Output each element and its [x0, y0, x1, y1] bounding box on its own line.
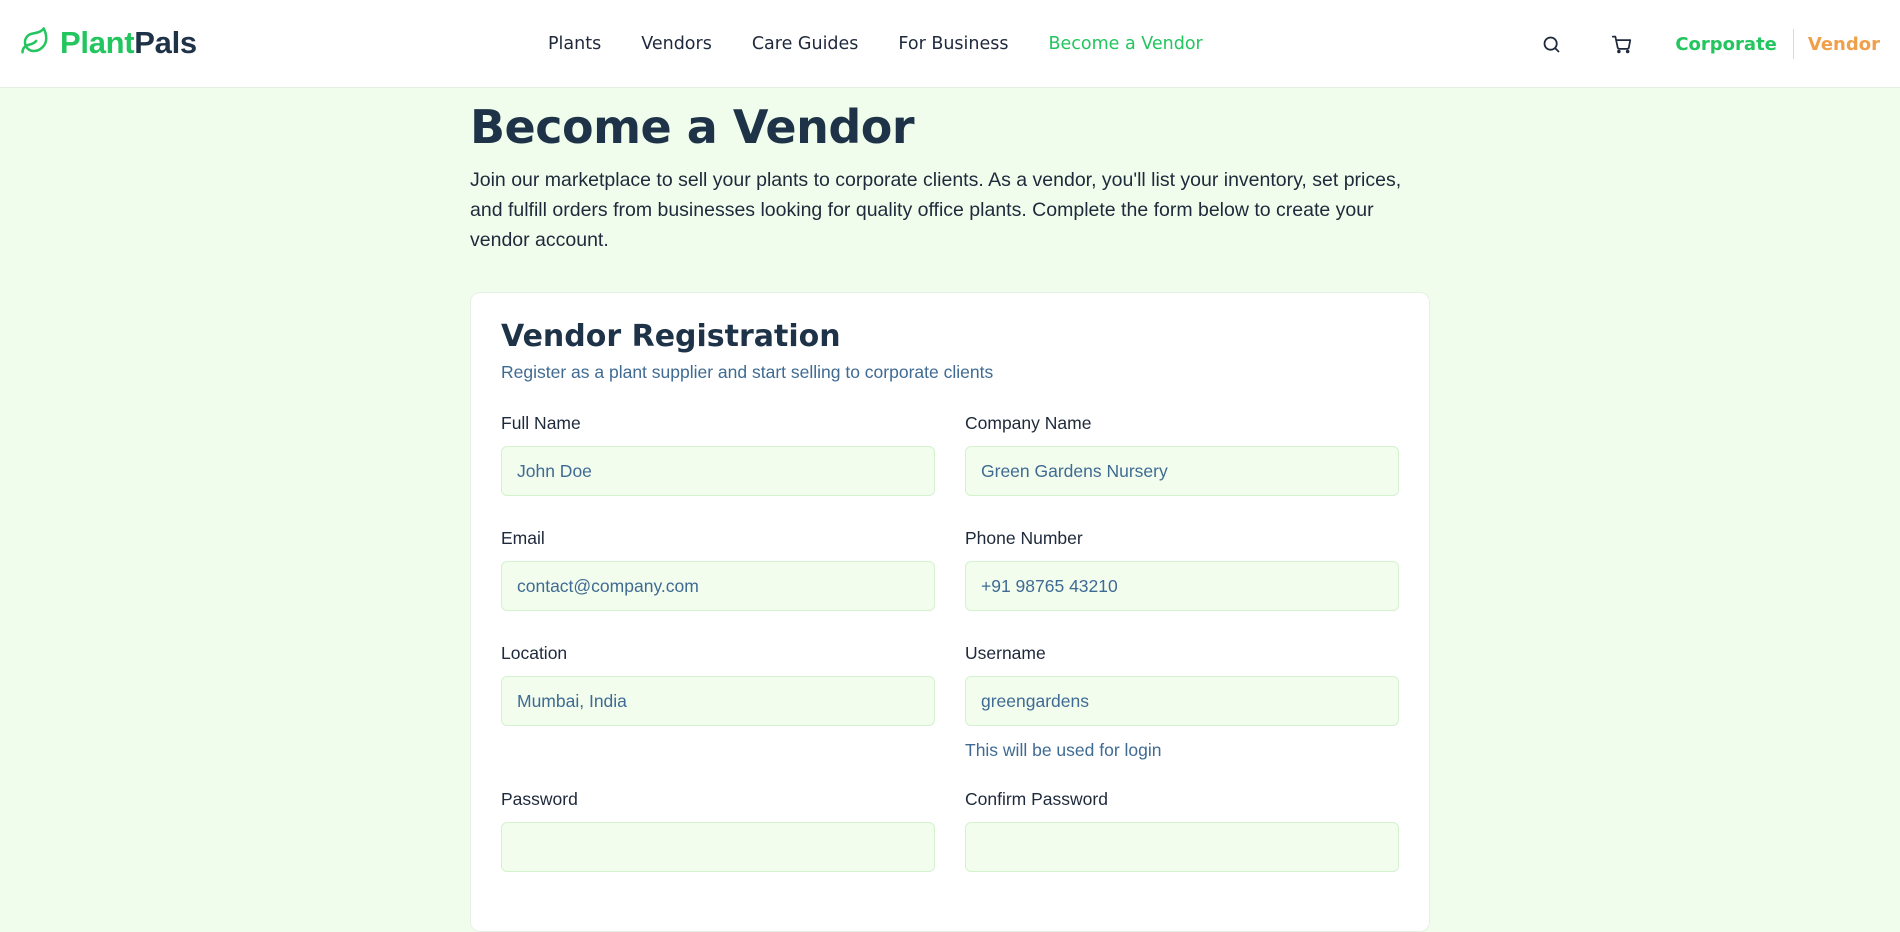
header-actions: Corporate Vendor	[1537, 0, 1880, 88]
field-password: Password	[501, 789, 935, 872]
form-subtitle: Register as a plant supplier and start s…	[501, 362, 994, 382]
username-hint: This will be used for login	[965, 740, 1162, 760]
phone-label: Phone Number	[965, 528, 1083, 548]
search-button[interactable]	[1537, 30, 1565, 58]
nav-vendors[interactable]: Vendors	[641, 34, 712, 54]
field-full-name: Full Name	[501, 413, 935, 496]
full-name-input[interactable]	[501, 446, 935, 496]
page-title: Become a Vendor	[470, 100, 915, 154]
field-username: Username This will be used for login	[965, 643, 1399, 761]
brand-name: PlantPals	[60, 25, 197, 61]
confirm-password-input[interactable]	[965, 822, 1399, 872]
main-content: Become a Vendor Join our marketplace to …	[470, 88, 1430, 932]
cart-icon	[1611, 35, 1631, 53]
brand-name-part2: Pals	[134, 25, 197, 60]
vendor-registration-card: Vendor Registration Register as a plant …	[470, 292, 1430, 932]
role-vendor-button[interactable]: Vendor	[1794, 34, 1880, 55]
nav-care-guides[interactable]: Care Guides	[752, 34, 859, 54]
brand-name-part1: Plant	[60, 25, 135, 60]
role-corporate-button[interactable]: Corporate	[1675, 34, 1793, 55]
leaf-icon	[20, 26, 50, 61]
phone-input[interactable]	[965, 561, 1399, 611]
email-label: Email	[501, 528, 545, 548]
main-nav: Plants Vendors Care Guides For Business …	[548, 0, 1203, 88]
cart-button[interactable]	[1607, 30, 1635, 58]
company-name-input[interactable]	[965, 446, 1399, 496]
full-name-label: Full Name	[501, 413, 581, 433]
company-name-label: Company Name	[965, 413, 1092, 433]
email-input[interactable]	[501, 561, 935, 611]
field-confirm-password: Confirm Password	[965, 789, 1399, 872]
search-icon	[1543, 36, 1560, 52]
registration-form: Full Name Company Name Email Phone Numbe…	[501, 413, 1399, 904]
field-email: Email	[501, 528, 935, 611]
username-input[interactable]	[965, 676, 1399, 726]
location-label: Location	[501, 643, 568, 663]
nav-plants[interactable]: Plants	[548, 34, 601, 54]
site-header: PlantPals Plants Vendors Care Guides For…	[0, 0, 1900, 88]
field-phone: Phone Number	[965, 528, 1399, 611]
nav-become-a-vendor[interactable]: Become a Vendor	[1049, 34, 1203, 54]
password-input[interactable]	[501, 822, 935, 872]
password-label: Password	[501, 789, 578, 809]
form-title: Vendor Registration	[501, 319, 841, 354]
confirm-password-label: Confirm Password	[965, 789, 1108, 809]
location-input[interactable]	[501, 676, 935, 726]
field-location: Location	[501, 643, 935, 757]
username-label: Username	[965, 643, 1046, 663]
nav-for-business[interactable]: For Business	[898, 34, 1008, 54]
field-company-name: Company Name	[965, 413, 1399, 496]
brand-logo[interactable]: PlantPals	[20, 22, 197, 64]
page-intro: Join our marketplace to sell your plants…	[470, 169, 1402, 252]
